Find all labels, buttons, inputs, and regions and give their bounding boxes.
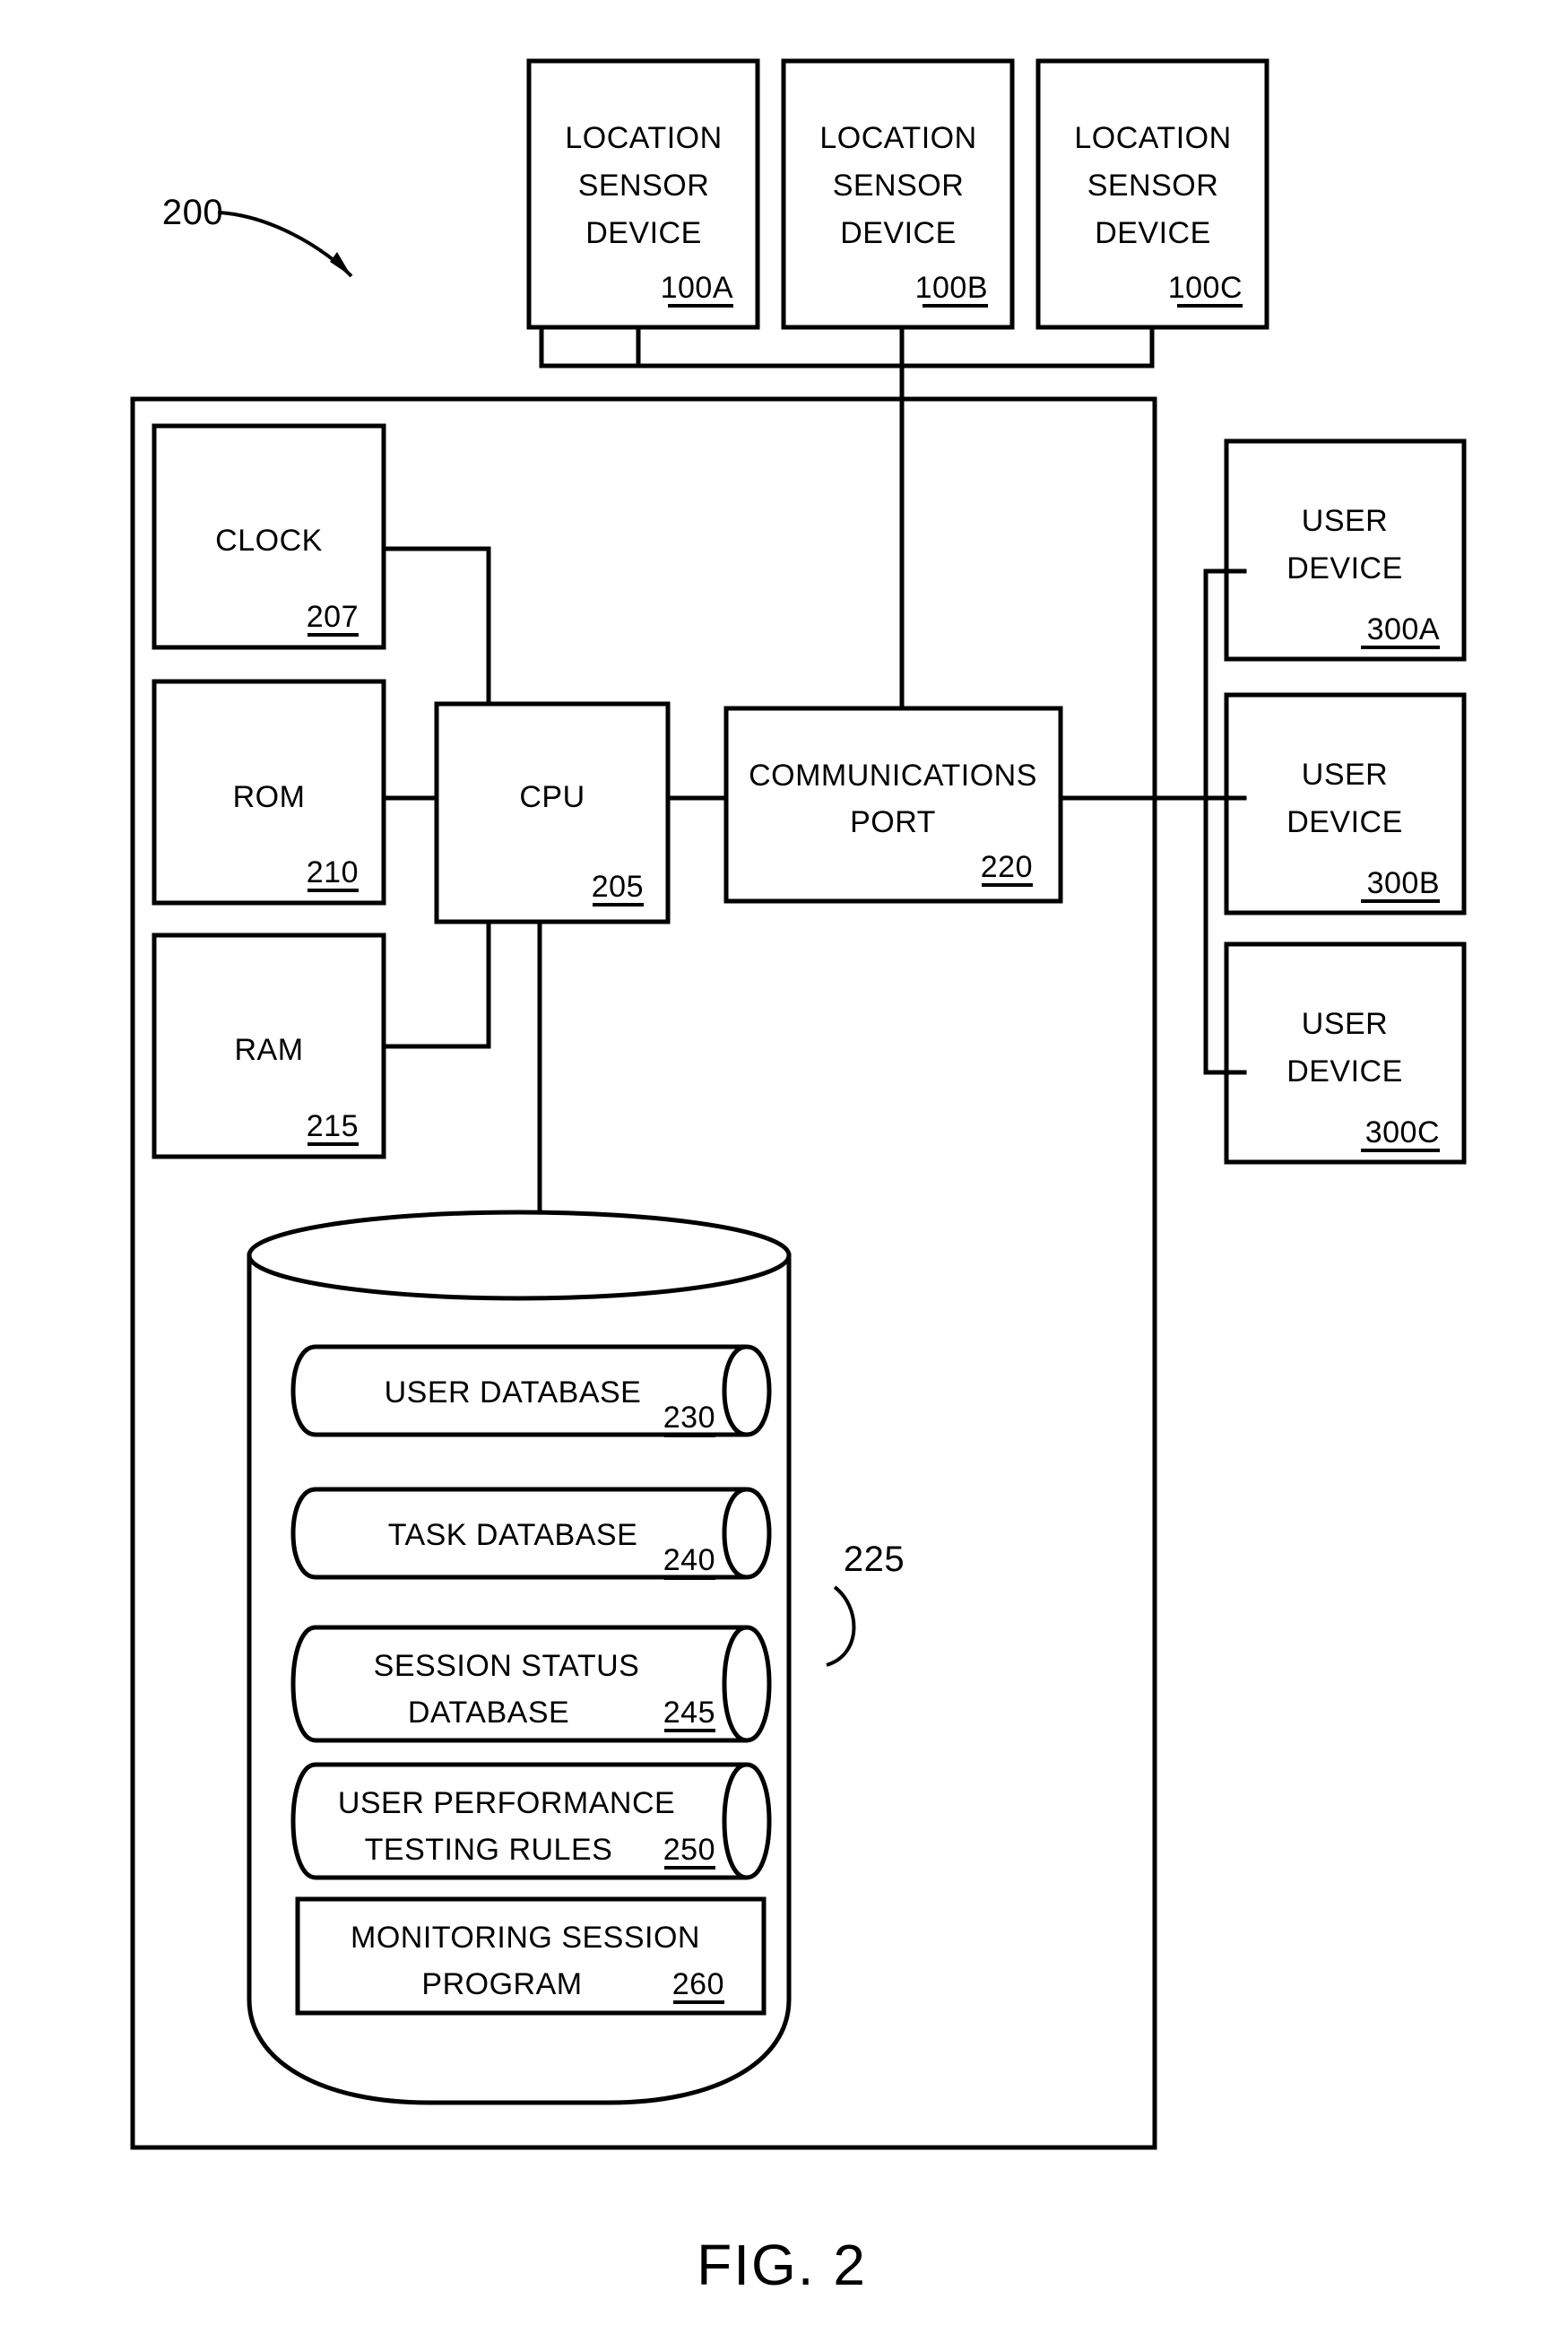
rom-label: ROM (233, 780, 306, 814)
figure-caption: FIG. 2 (697, 2233, 867, 2297)
monitoring-program-line1: MONITORING SESSION (351, 1921, 700, 1955)
user-device-300a[interactable]: USER DEVICE 300A (1224, 438, 1467, 662)
storage-device-225[interactable]: USER DATABASE 230 TASK DATABASE 240 SESS… (247, 1210, 905, 2105)
storage-item-user-performance-testing-rules[interactable]: USER PERFORMANCE TESTING RULES 250 (290, 1762, 772, 1880)
ram-component[interactable]: RAM 215 (152, 933, 386, 1159)
clock-label: CLOCK (215, 524, 323, 558)
location-sensor-device-100b[interactable]: LOCATION SENSOR DEVICE 100B (781, 58, 1015, 330)
user-device-b-line1: USER (1302, 758, 1388, 792)
user-performance-line1: USER PERFORMANCE (338, 1786, 675, 1820)
communications-port-component[interactable]: COMMUNICATIONS PORT 220 (723, 706, 1063, 904)
rom-ref: 210 (307, 855, 359, 889)
figure-canvas: LOCATION SENSOR DEVICE 100A LOCATION SEN… (130, 58, 1467, 2297)
storage-item-task-database[interactable]: TASK DATABASE 240 (290, 1487, 772, 1580)
session-status-line1: SESSION STATUS (374, 1649, 640, 1683)
sensor-a-line2: SENSOR (578, 169, 710, 203)
sensor-c-line3: DEVICE (1095, 216, 1211, 250)
sensor-b-line2: SENSOR (833, 169, 965, 203)
storage-item-monitoring-session-program[interactable]: MONITORING SESSION PROGRAM 260 (295, 1896, 767, 2016)
location-sensor-devices-group: LOCATION SENSOR DEVICE 100A LOCATION SEN… (526, 58, 1269, 330)
sensor-a-line1: LOCATION (565, 121, 722, 155)
user-database-label: USER DATABASE (385, 1375, 642, 1410)
location-sensor-device-100c[interactable]: LOCATION SENSOR DEVICE 100C (1035, 58, 1269, 330)
storage-ref-leader (826, 1585, 856, 1667)
user-device-c-line2: DEVICE (1286, 1054, 1403, 1089)
sensor-b-line3: DEVICE (840, 216, 957, 250)
comm-port-line2: PORT (850, 805, 936, 839)
patent-figure-2: LOCATION SENSOR DEVICE 100A LOCATION SEN… (0, 0, 1568, 2351)
user-device-c-ref: 300C (1365, 1115, 1440, 1149)
user-device-a-line1: USER (1302, 504, 1388, 538)
user-devices-group: USER DEVICE 300A USER DEVICE 300B USER D… (1224, 438, 1467, 1165)
session-status-ref: 245 (663, 1696, 715, 1730)
ram-label: RAM (234, 1033, 303, 1067)
clock-component[interactable]: CLOCK 207 (152, 423, 386, 650)
monitoring-program-ref: 260 (672, 1967, 724, 2001)
sensor-c-line2: SENSOR (1087, 169, 1219, 203)
task-database-label: TASK DATABASE (388, 1518, 638, 1552)
cpu-component[interactable]: CPU 205 (434, 701, 671, 924)
user-device-a-line2: DEVICE (1286, 551, 1403, 586)
storage-ref-number: 225 (844, 1540, 905, 1579)
cpu-ref: 205 (592, 870, 644, 904)
task-database-ref: 240 (663, 1543, 715, 1577)
session-status-line2: DATABASE (408, 1696, 569, 1730)
storage-item-user-database[interactable]: USER DATABASE 230 (290, 1344, 772, 1437)
monitoring-program-line2: PROGRAM (421, 1967, 582, 2001)
sensor-a-ref: 100A (661, 271, 733, 305)
sensor-c-ref: 100C (1168, 271, 1243, 305)
sensor-b-ref: 100B (915, 271, 988, 305)
sensor-c-line1: LOCATION (1074, 121, 1231, 155)
user-device-300b[interactable]: USER DEVICE 300B (1224, 692, 1467, 915)
storage-cylinder-top (247, 1210, 792, 1301)
comm-port-ref: 220 (981, 850, 1033, 884)
core-components-group: CLOCK 207 ROM 210 RAM 215 CPU 205 COMMUN… (152, 423, 1063, 1159)
user-device-b-line2: DEVICE (1286, 805, 1403, 839)
user-performance-ref: 250 (663, 1833, 715, 1867)
storage-item-session-status-database[interactable]: SESSION STATUS DATABASE 245 (290, 1625, 772, 1743)
cpu-label: CPU (519, 780, 585, 814)
wire-sensor-bus (539, 325, 1155, 369)
rom-component[interactable]: ROM 210 (152, 679, 386, 906)
clock-ref: 207 (307, 600, 359, 634)
ram-ref: 215 (307, 1109, 359, 1143)
wire-ram-to-cpu (381, 919, 491, 1049)
user-performance-line2: TESTING RULES (365, 1833, 613, 1867)
sensor-b-line1: LOCATION (819, 121, 976, 155)
location-sensor-device-100a[interactable]: LOCATION SENSOR DEVICE 100A (526, 58, 760, 330)
user-database-ref: 230 (663, 1401, 715, 1435)
user-device-c-line1: USER (1302, 1007, 1388, 1041)
comm-port-line1: COMMUNICATIONS (749, 759, 1037, 793)
system-ref-leader (217, 211, 353, 278)
user-device-300c[interactable]: USER DEVICE 300C (1224, 941, 1467, 1165)
system-ref-number: 200 (162, 193, 223, 232)
system-ref-arrowhead (330, 252, 351, 276)
wire-clock-to-cpu (381, 546, 491, 707)
user-device-a-ref: 300A (1367, 612, 1440, 646)
sensor-a-line3: DEVICE (585, 216, 702, 250)
user-device-b-ref: 300B (1367, 866, 1440, 900)
